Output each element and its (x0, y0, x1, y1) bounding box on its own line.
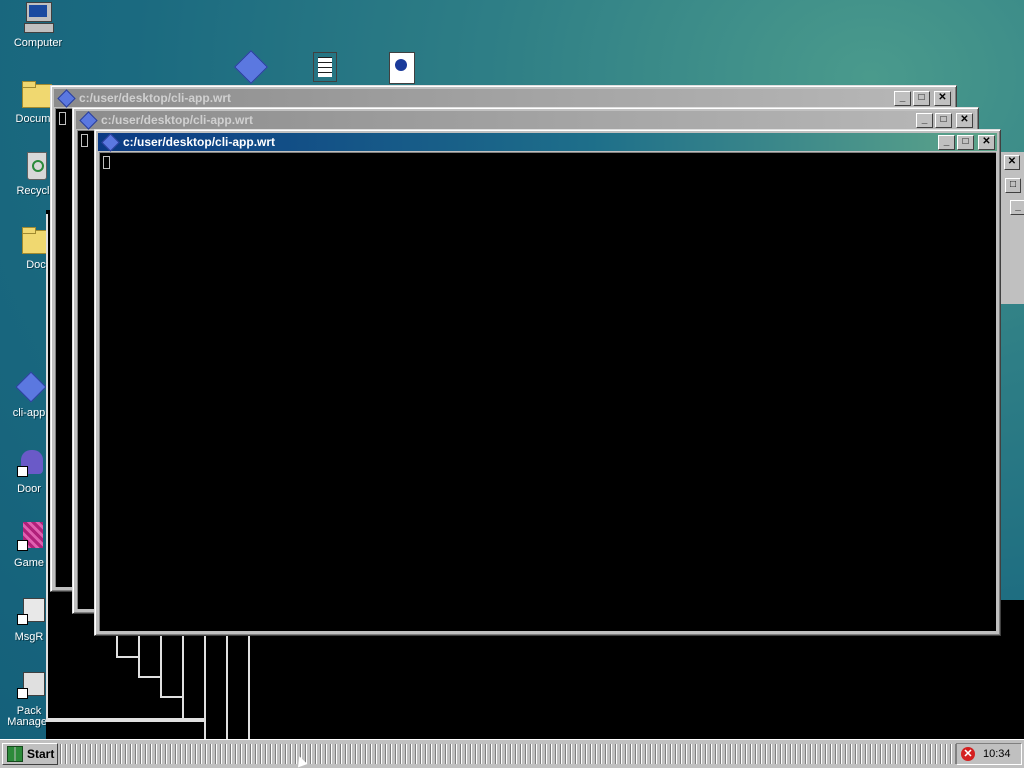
close-icon[interactable]: ✕ (1004, 155, 1020, 170)
error-alert-icon[interactable]: ✕ (961, 747, 975, 761)
window-titlebar[interactable]: c:/user/desktop/cli-app.wrt _ □ ✕ (98, 132, 997, 152)
shortcut-icon: ↗ (13, 522, 45, 554)
taskbar: Start ✕ 10:34 (0, 739, 1024, 768)
close-button[interactable]: ✕ (978, 134, 995, 150)
window-trail-frame (204, 636, 228, 742)
system-tray: ✕ 10:34 (956, 743, 1022, 765)
maximize-button[interactable]: □ (957, 134, 974, 150)
terminal-output[interactable] (99, 152, 996, 631)
minimize-button[interactable]: _ (938, 134, 955, 150)
taskbar-window-list[interactable] (60, 744, 956, 764)
text-cursor (103, 156, 110, 169)
terminal-window-active[interactable]: c:/user/desktop/cli-app.wrt _ □ ✕ (94, 129, 1001, 636)
app-diamond-icon (57, 88, 76, 108)
app-diamond-icon (13, 371, 47, 404)
close-button[interactable]: ✕ (934, 90, 951, 106)
start-label: Start (27, 747, 55, 761)
folder-icon (20, 78, 52, 110)
clock[interactable]: 10:34 (983, 748, 1011, 760)
shortcut-icon: ↗ (13, 448, 45, 480)
text-cursor (81, 134, 88, 147)
text-document-icon[interactable] (310, 50, 344, 84)
text-cursor (59, 112, 66, 125)
recycle-bin-icon (20, 150, 52, 182)
computer-icon (22, 2, 54, 34)
window-trail-frame (46, 214, 48, 720)
window-trail-frame (182, 636, 206, 720)
window-titlebar[interactable]: c:/user/desktop/cli-app.wrt _ □ ✕ (76, 110, 975, 130)
minimize-button[interactable]: _ (916, 112, 933, 128)
window-titlebar[interactable]: c:/user/desktop/cli-app.wrt _ □ ✕ (54, 88, 953, 108)
shortcut-icon: ↗ (13, 596, 45, 628)
maximize-button[interactable]: □ (935, 112, 952, 128)
window-title: c:/user/desktop/cli-app.wrt (123, 135, 276, 149)
window-title: c:/user/desktop/cli-app.wrt (101, 113, 254, 127)
web-document-icon[interactable] (386, 50, 420, 84)
window-trail-frame (248, 636, 252, 742)
start-logo-icon (7, 746, 23, 762)
app-diamond-icon (79, 110, 98, 130)
shortcut-icon: ↗ (13, 670, 45, 702)
window-trail-frame (226, 636, 250, 742)
window-trail-frame (116, 636, 140, 658)
maximize-icon[interactable]: □ (1005, 178, 1021, 193)
offscreen-window-edge (1000, 152, 1024, 304)
window-trail-frame (160, 636, 184, 698)
desktop-icon-label: Computer (13, 37, 63, 49)
app-diamond-icon (101, 132, 120, 152)
minimize-button[interactable]: _ (894, 90, 911, 106)
start-button[interactable]: Start (2, 743, 58, 765)
desktop-icon-computer[interactable]: Computer (3, 2, 73, 49)
app-diamond-icon[interactable] (234, 50, 268, 84)
window-trail-frame (138, 636, 162, 678)
minimize-icon[interactable]: _ (1010, 200, 1024, 215)
maximize-button[interactable]: □ (913, 90, 930, 106)
window-title: c:/user/desktop/cli-app.wrt (79, 91, 232, 105)
close-button[interactable]: ✕ (956, 112, 973, 128)
